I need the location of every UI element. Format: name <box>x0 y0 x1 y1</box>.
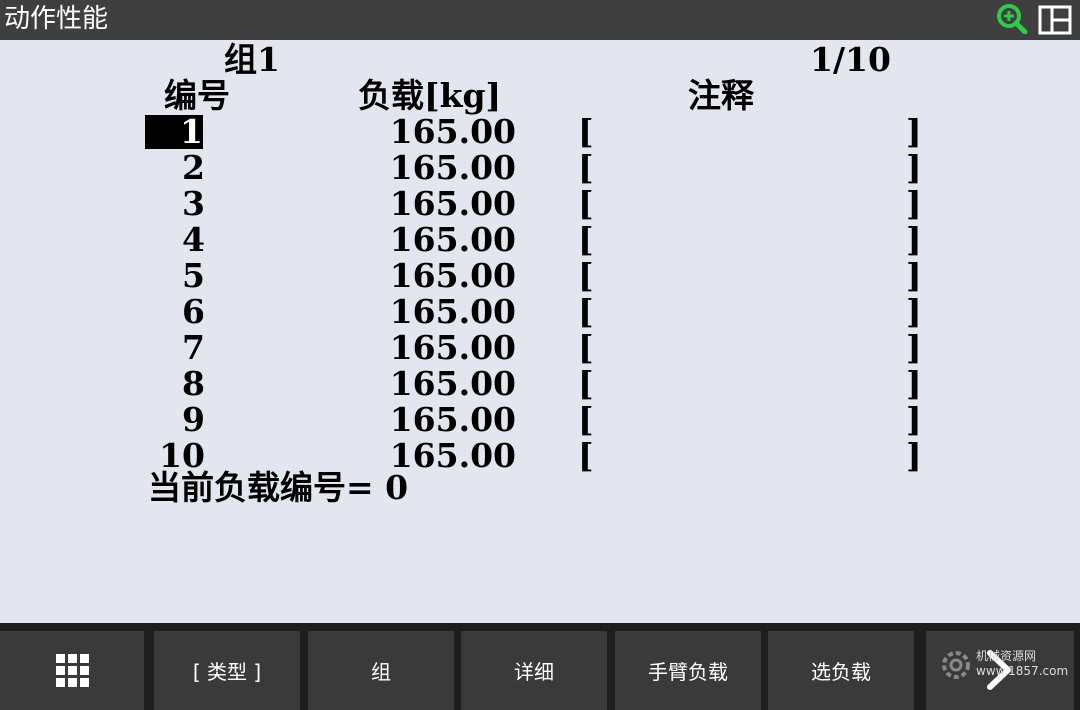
row-load-value[interactable]: 165.00 <box>380 150 516 186</box>
comment-bracket-open: [ <box>578 112 594 151</box>
table-row[interactable]: 8 165.00 [ ] <box>0 366 1080 402</box>
function-key-bar: [ 类型 ] 组 详细 手臂负载 选负载 机械资源网 www.1857.com <box>0 623 1080 710</box>
comment-bracket-open: [ <box>578 184 594 223</box>
row-number-cell[interactable]: 9 <box>145 403 205 437</box>
zoom-in-icon[interactable] <box>996 4 1028 34</box>
app-window: 动作性能 组1 1/10 编号 负载[kg] 注释 1 165.00 [ ] 2… <box>0 0 1080 710</box>
type-button[interactable]: [ 类型 ] <box>154 631 300 710</box>
column-header-comment: 注释 <box>688 76 754 115</box>
comment-bracket-close: ] <box>906 112 922 151</box>
row-number-cell[interactable]: 5 <box>145 259 205 293</box>
table-row[interactable]: 1 165.00 [ ] <box>0 114 1080 150</box>
table-row[interactable]: 2 165.00 [ ] <box>0 150 1080 186</box>
row-number-cell[interactable]: 7 <box>145 331 205 365</box>
row-load-value[interactable]: 165.00 <box>380 294 516 330</box>
row-load-value[interactable]: 165.00 <box>380 402 516 438</box>
table-row[interactable]: 4 165.00 [ ] <box>0 222 1080 258</box>
detail-button[interactable]: 详细 <box>461 631 607 710</box>
watermark-text: 机械资源网 www.1857.com <box>976 647 1068 678</box>
row-load-value[interactable]: 165.00 <box>380 114 516 150</box>
current-load-label: 当前负载编号= <box>148 468 374 507</box>
arm-load-button[interactable]: 手臂负载 <box>615 631 761 710</box>
column-header-number: 编号 <box>164 76 230 115</box>
row-number-cell[interactable]: 6 <box>145 295 205 329</box>
comment-bracket-open: [ <box>578 436 594 475</box>
table-row[interactable]: 5 165.00 [ ] <box>0 258 1080 294</box>
column-header-load: 负载[kg] <box>358 76 502 115</box>
page-indicator: 1/10 <box>810 40 891 79</box>
table-row[interactable]: 7 165.00 [ ] <box>0 330 1080 366</box>
row-number-cell[interactable]: 2 <box>145 151 205 185</box>
comment-bracket-close: ] <box>906 148 922 187</box>
row-number-cell[interactable]: 8 <box>145 367 205 401</box>
screen-title: 动作性能 <box>4 4 109 34</box>
comment-bracket-open: [ <box>578 292 594 331</box>
watermark-gear-logo <box>942 651 970 679</box>
watermark-line1: 机械资源网 <box>976 649 1037 663</box>
table-row[interactable]: 6 165.00 [ ] <box>0 294 1080 330</box>
comment-bracket-close: ] <box>906 292 922 331</box>
menu-button[interactable] <box>0 631 144 710</box>
current-load-number: 当前负载编号= 0 <box>148 470 408 506</box>
group-label: 组1 <box>224 40 280 79</box>
comment-bracket-open: [ <box>578 400 594 439</box>
row-load-value[interactable]: 165.00 <box>380 258 516 294</box>
grid-menu-icon <box>55 654 89 687</box>
comment-bracket-open: [ <box>578 220 594 259</box>
select-load-button[interactable]: 选负载 <box>768 631 914 710</box>
comment-bracket-close: ] <box>906 364 922 403</box>
comment-bracket-open: [ <box>578 148 594 187</box>
row-load-value[interactable]: 165.00 <box>380 186 516 222</box>
comment-bracket-close: ] <box>906 400 922 439</box>
comment-bracket-close: ] <box>906 436 922 475</box>
row-number-cell[interactable]: 3 <box>145 187 205 221</box>
title-bar: 动作性能 <box>0 0 1080 40</box>
row-number-cell-selected[interactable]: 1 <box>145 115 203 149</box>
table-row[interactable]: 3 165.00 [ ] <box>0 186 1080 222</box>
table-row[interactable]: 9 165.00 [ ] <box>0 402 1080 438</box>
group-button[interactable]: 组 <box>308 631 454 710</box>
comment-bracket-close: ] <box>906 184 922 223</box>
row-number-cell[interactable]: 4 <box>145 223 205 257</box>
row-load-value[interactable]: 165.00 <box>380 330 516 366</box>
comment-bracket-close: ] <box>906 256 922 295</box>
current-load-value: 0 <box>385 468 409 507</box>
watermark-line2: www.1857.com <box>976 664 1069 678</box>
comment-bracket-open: [ <box>578 256 594 295</box>
payload-table-panel: 组1 1/10 编号 负载[kg] 注释 1 165.00 [ ] 2 165.… <box>0 40 1080 623</box>
comment-bracket-open: [ <box>578 364 594 403</box>
split-layout-icon[interactable] <box>1038 5 1072 35</box>
row-load-value[interactable]: 165.00 <box>380 222 516 258</box>
comment-bracket-close: ] <box>906 328 922 367</box>
comment-bracket-open: [ <box>578 328 594 367</box>
comment-bracket-close: ] <box>906 220 922 259</box>
row-load-value[interactable]: 165.00 <box>380 366 516 402</box>
